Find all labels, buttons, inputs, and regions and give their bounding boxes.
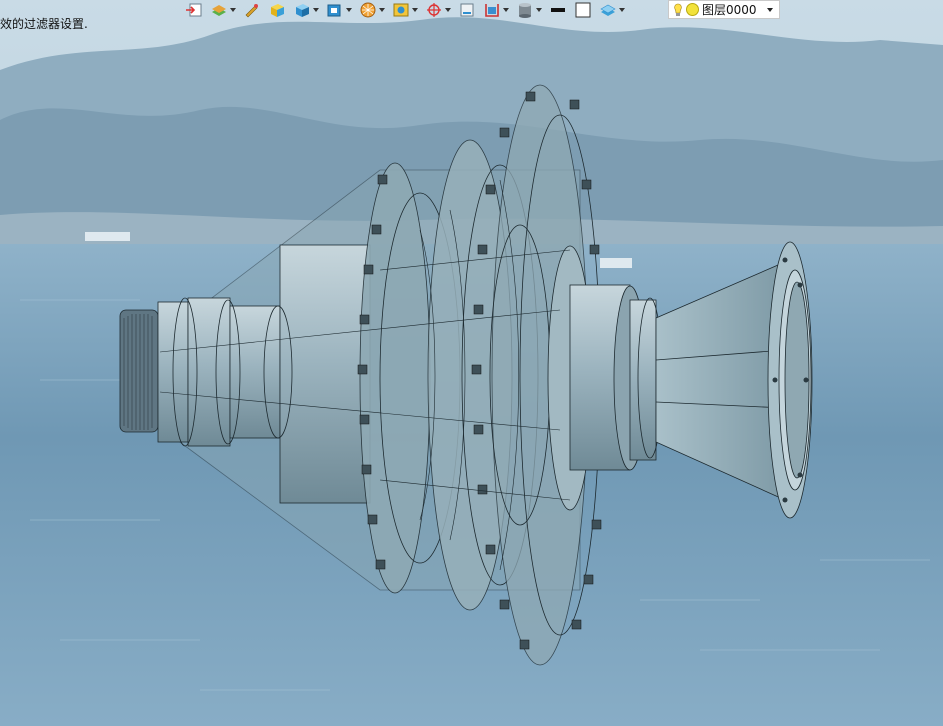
chevron-down-icon	[379, 8, 385, 12]
chevron-down-icon	[313, 8, 319, 12]
view-cube-button[interactable]	[325, 0, 353, 20]
panel-button[interactable]	[457, 0, 477, 20]
frame-view-icon	[393, 3, 409, 17]
chevron-down-icon	[230, 8, 236, 12]
material-cylinder-icon	[519, 3, 531, 18]
solid-box-blue-button[interactable]	[292, 0, 320, 20]
chevron-down-icon	[346, 8, 352, 12]
origin-target-button[interactable]	[424, 0, 452, 20]
pen-edit-button[interactable]	[242, 0, 262, 20]
chevron-down-icon	[412, 8, 418, 12]
lightbulb-icon	[674, 3, 682, 16]
scene-canvas[interactable]	[0, 0, 943, 726]
collar-2	[187, 297, 231, 447]
3d-viewport[interactable]	[0, 0, 943, 726]
box-outline-button[interactable]	[573, 0, 593, 20]
chevron-down-icon	[536, 8, 542, 12]
render-sphere-button[interactable]	[358, 0, 386, 20]
import-button[interactable]	[184, 0, 204, 20]
view-cube-icon	[327, 4, 341, 17]
layer-stack-icon	[212, 5, 226, 16]
layers-icon	[600, 4, 616, 16]
render-sphere-icon	[360, 2, 376, 18]
main-body	[279, 244, 371, 504]
layer-dropdown[interactable]: 图层0000	[668, 0, 780, 19]
origin-target-icon	[427, 3, 441, 17]
frame-view-button[interactable]	[391, 0, 419, 20]
material-cylinder-button[interactable]	[515, 0, 543, 20]
chevron-down-icon	[445, 8, 451, 12]
panel-icon	[460, 3, 474, 17]
pen-edit-icon	[245, 4, 258, 18]
chevron-down-icon	[619, 8, 625, 12]
import-icon	[186, 3, 202, 17]
flange-ring-1	[359, 162, 431, 594]
solid-box-yellow-button[interactable]	[267, 0, 287, 20]
solid-box-yellow-icon	[271, 4, 284, 17]
layers-button[interactable]	[598, 0, 626, 20]
chevron-down-icon	[767, 8, 773, 12]
layer-color-swatch	[686, 3, 699, 16]
box-outline-icon	[575, 2, 591, 18]
section-plane-button[interactable]	[482, 0, 510, 20]
section-plane-icon	[485, 4, 499, 17]
solid-box-blue-icon	[296, 4, 309, 17]
line-weight-icon	[551, 8, 565, 12]
hub-collar	[629, 299, 657, 461]
status-message: 效的过滤器设置.	[0, 17, 88, 31]
layer-name: 图层0000	[702, 3, 757, 17]
line-weight-button[interactable]	[548, 0, 568, 20]
layer-stack-button[interactable]	[209, 0, 237, 20]
chevron-down-icon	[503, 8, 509, 12]
